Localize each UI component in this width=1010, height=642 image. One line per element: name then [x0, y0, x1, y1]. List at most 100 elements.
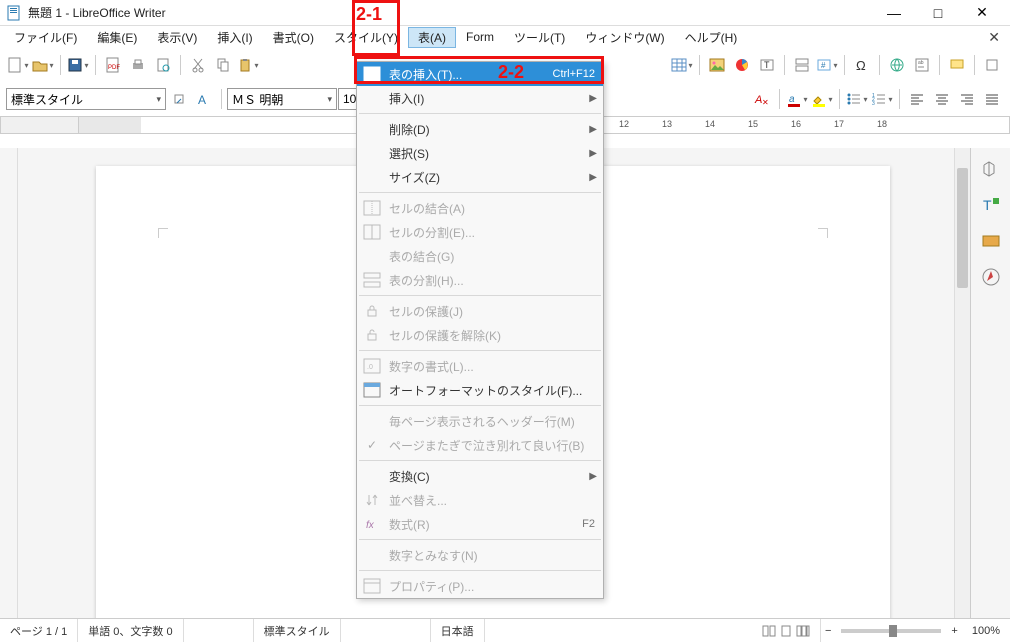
menu-merge-cells: セルの結合(A)	[357, 196, 603, 220]
sidebar-styles-icon[interactable]: T	[978, 192, 1004, 218]
print-button[interactable]	[126, 53, 150, 77]
multi-view-icon[interactable]	[796, 624, 810, 638]
insert-chart-button[interactable]	[730, 53, 754, 77]
clear-format-button[interactable]: A✕	[750, 87, 774, 111]
menu-file[interactable]: ファイル(F)	[4, 27, 87, 48]
new-button[interactable]	[6, 53, 30, 77]
insert-field-button[interactable]: #	[815, 53, 839, 77]
vertical-ruler[interactable]	[0, 148, 18, 618]
vertical-scrollbar[interactable]	[954, 148, 970, 618]
menu-delete-submenu[interactable]: 削除(D)▶	[357, 117, 603, 141]
menu-properties: プロパティ(P)...	[357, 574, 603, 598]
zoom-percent[interactable]: 100%	[962, 619, 1010, 642]
font-color-button[interactable]: a	[785, 87, 809, 111]
insert-footnote-button[interactable]: ab	[910, 53, 934, 77]
new-style-button[interactable]: A	[192, 87, 216, 111]
menu-table[interactable]: 表(A)	[408, 27, 456, 48]
menu-window[interactable]: ウィンドウ(W)	[575, 27, 674, 48]
menu-insert[interactable]: 挿入(I)	[207, 27, 262, 48]
menu-tools[interactable]: ツール(T)	[504, 27, 575, 48]
zoom-out-button[interactable]: −	[821, 625, 835, 637]
close-button[interactable]: ✕	[960, 0, 1004, 26]
status-view-icons[interactable]	[752, 619, 821, 642]
properties-icon	[361, 577, 383, 595]
window-controls: — □ ✕	[872, 0, 1004, 26]
maximize-button[interactable]: □	[916, 0, 960, 26]
sidebar-properties-icon[interactable]	[978, 156, 1004, 182]
menu-row-break: ✓ページまたぎで泣き別れて良い行(B)	[357, 433, 603, 457]
paste-button[interactable]	[236, 53, 260, 77]
menu-number-recognition: 数字とみなす(N)	[357, 543, 603, 567]
status-page[interactable]: ページ 1 / 1	[0, 619, 78, 642]
draw-button[interactable]	[980, 53, 1004, 77]
status-style[interactable]: 標準スタイル	[254, 619, 341, 642]
copy-button[interactable]	[211, 53, 235, 77]
align-justify-button[interactable]	[980, 87, 1004, 111]
font-name-value: ＭＳ 明朝	[232, 91, 283, 108]
menu-merge-tables: 表の結合(G)	[357, 244, 603, 268]
svg-text:Ω: Ω	[856, 58, 866, 73]
menu-protect-cells: セルの保護(J)	[357, 299, 603, 323]
unlock-icon	[361, 326, 383, 344]
menu-unprotect-cells: セルの保護を解除(K)	[357, 323, 603, 347]
align-center-button[interactable]	[930, 87, 954, 111]
zoom-in-button[interactable]: +	[947, 625, 961, 637]
menu-select-submenu[interactable]: 選択(S)▶	[357, 141, 603, 165]
sidebar-navigator-icon[interactable]	[978, 264, 1004, 290]
menu-styles[interactable]: スタイル(Y)	[324, 27, 408, 48]
page-break-button[interactable]	[790, 53, 814, 77]
close-document-button[interactable]: ✕	[988, 29, 1000, 46]
svg-text:3: 3	[872, 101, 875, 107]
align-left-button[interactable]	[905, 87, 929, 111]
menu-view[interactable]: 表示(V)	[147, 27, 207, 48]
export-pdf-button[interactable]: PDF	[101, 53, 125, 77]
svg-text:A: A	[198, 93, 206, 107]
insert-image-button[interactable]	[705, 53, 729, 77]
lock-icon	[361, 302, 383, 320]
book-view-icon[interactable]	[762, 624, 776, 638]
check-icon: ✓	[361, 436, 383, 454]
highlight-color-button[interactable]	[810, 87, 834, 111]
menu-size-submenu[interactable]: サイズ(Z)▶	[357, 165, 603, 189]
status-words[interactable]: 単語 0、文字数 0	[78, 619, 183, 642]
bullet-list-button[interactable]	[845, 87, 869, 111]
open-button[interactable]	[31, 53, 55, 77]
menu-edit[interactable]: 編集(E)	[87, 27, 147, 48]
menu-form[interactable]: Form	[456, 28, 504, 46]
insert-textbox-button[interactable]: T	[755, 53, 779, 77]
menu-formula: fx数式(R)F2	[357, 512, 603, 536]
font-name-combo[interactable]: ＭＳ 明朝▾	[227, 88, 337, 110]
svg-text:T: T	[764, 60, 770, 70]
cut-button[interactable]	[186, 53, 210, 77]
menu-format[interactable]: 書式(O)	[263, 27, 324, 48]
menu-autoformat-styles[interactable]: オートフォーマットのスタイル(F)...	[357, 378, 603, 402]
save-button[interactable]	[66, 53, 90, 77]
minimize-button[interactable]: —	[872, 0, 916, 26]
insert-table-button[interactable]	[670, 53, 694, 77]
insert-symbol-button[interactable]: Ω	[850, 53, 874, 77]
autoformat-icon	[361, 381, 383, 399]
insert-comment-button[interactable]	[945, 53, 969, 77]
merge-cells-icon	[361, 199, 383, 217]
update-style-button[interactable]	[167, 87, 191, 111]
menu-insert-submenu[interactable]: 挿入(I) ▶	[357, 86, 603, 110]
margin-corner-icon	[158, 228, 168, 238]
zoom-slider[interactable]	[841, 629, 941, 633]
menu-insert-table[interactable]: 表の挿入(T)... Ctrl+F12	[357, 62, 603, 86]
insert-hyperlink-button[interactable]	[885, 53, 909, 77]
numbered-list-button[interactable]: 123	[870, 87, 894, 111]
menu-help[interactable]: ヘルプ(H)	[675, 27, 748, 48]
menu-convert-submenu[interactable]: 変換(C)▶	[357, 464, 603, 488]
status-language[interactable]: 日本語	[431, 619, 485, 642]
split-cells-icon	[361, 223, 383, 241]
print-preview-button[interactable]	[151, 53, 175, 77]
paragraph-style-combo[interactable]: 標準スタイル▾	[6, 88, 166, 110]
svg-text:.0: .0	[367, 364, 373, 371]
single-view-icon[interactable]	[779, 624, 793, 638]
svg-text:PDF: PDF	[108, 65, 120, 71]
align-right-button[interactable]	[955, 87, 979, 111]
scrollbar-thumb[interactable]	[957, 168, 968, 288]
zoom-slider-thumb[interactable]	[889, 625, 897, 637]
sidebar-gallery-icon[interactable]	[978, 228, 1004, 254]
menu-item-label: 表の挿入(T)...	[383, 66, 553, 83]
